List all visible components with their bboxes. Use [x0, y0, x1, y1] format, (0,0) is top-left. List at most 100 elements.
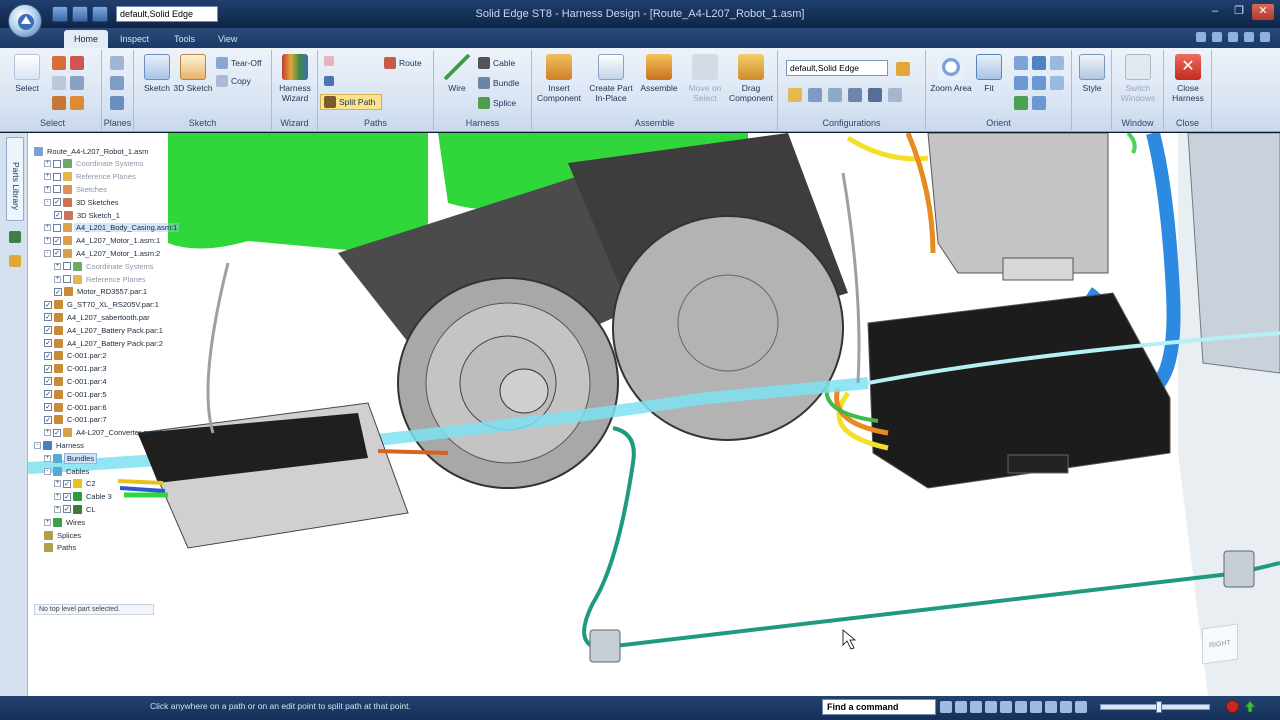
sketch-view-icon[interactable] [1032, 76, 1046, 90]
open-configuration-icon[interactable] [788, 88, 802, 102]
configuration-lock-icon[interactable] [896, 62, 910, 76]
tree-node[interactable]: ✓ C-001.par:3 [44, 363, 109, 375]
3d-sketch-button[interactable]: 3D Sketch [170, 54, 216, 93]
graphics-viewport[interactable] [28, 133, 1280, 696]
tree-node[interactable]: Splices [44, 529, 83, 541]
record-icon[interactable] [1226, 700, 1239, 713]
fit-button[interactable]: Fit [966, 54, 1012, 93]
tree-node[interactable]: ✓ G_ST70_XL_RS205V.par:1 [44, 299, 161, 311]
expand-toggle-icon[interactable]: - [44, 198, 51, 206]
visibility-checkbox[interactable] [53, 159, 61, 168]
tree-node[interactable]: + ✓ Cable 3 [54, 491, 114, 503]
visibility-checkbox[interactable]: ✓ [44, 364, 52, 373]
tree-node[interactable]: + Sketches [44, 183, 109, 195]
visibility-checkbox[interactable] [63, 262, 71, 271]
filter-icon[interactable] [52, 76, 66, 90]
tree-node[interactable]: ✓ 3D Sketch_1 [54, 209, 122, 221]
tree-node[interactable]: ✓ C-001.par:4 [44, 375, 109, 387]
close-window-button[interactable]: ✕ [1252, 4, 1274, 20]
visibility-checkbox[interactable]: ✓ [54, 211, 62, 219]
path-point-icon[interactable] [324, 56, 334, 66]
splice-button[interactable]: Splice [478, 96, 516, 110]
ribbon-minimize-icon[interactable] [1228, 32, 1238, 42]
route-button[interactable]: Route [384, 56, 422, 70]
copy-button[interactable]: Copy [216, 74, 251, 88]
tree-node[interactable]: - ✓ 3D Sketches [44, 196, 121, 208]
tree-node[interactable]: + Wires [44, 516, 87, 528]
expand-toggle-icon[interactable]: + [44, 224, 51, 232]
visibility-checkbox[interactable]: ✓ [44, 415, 52, 424]
visibility-checkbox[interactable]: ✓ [44, 351, 52, 360]
expand-toggle-icon[interactable]: + [54, 275, 61, 283]
tree-node[interactable]: - Cables [44, 465, 91, 477]
visibility-checkbox[interactable]: ✓ [53, 249, 61, 258]
tab-home[interactable]: Home [64, 30, 109, 48]
expand-toggle-icon[interactable]: + [44, 185, 51, 193]
tree-node[interactable]: ✓ A4_L207_Battery Pack.par:2 [44, 337, 165, 349]
split-path-button[interactable]: Split Path [320, 94, 382, 110]
options-icon[interactable] [1212, 32, 1222, 42]
rotate-icon[interactable] [1050, 56, 1064, 70]
visibility-checkbox[interactable] [53, 185, 61, 194]
move-on-select-button[interactable]: Move on Select [682, 54, 728, 103]
switch-windows-button[interactable]: Switch Windows [1115, 54, 1161, 103]
tree-node[interactable]: Route_A4-L207_Robot_1.asm [34, 145, 150, 157]
view-style-status-icon[interactable] [1060, 701, 1072, 713]
minimize-button[interactable]: – [1204, 4, 1226, 20]
visibility-checkbox[interactable]: ✓ [44, 403, 52, 411]
find-command-input[interactable]: Find a command [822, 699, 936, 715]
ribbon-restore-icon[interactable] [1244, 32, 1254, 42]
tree-node[interactable]: + ✓ C2 [54, 478, 98, 490]
parallel-plane-icon[interactable] [110, 76, 124, 90]
shaded-status-icon[interactable] [1045, 701, 1057, 713]
save-configuration-icon[interactable] [808, 88, 822, 102]
upload-arrow-icon[interactable] [1244, 700, 1256, 713]
pan-status-icon[interactable] [1000, 701, 1012, 713]
tree-node[interactable]: + ✓ A4-L207_Converter.asm:1 [44, 427, 166, 439]
edit-path-icon[interactable] [324, 76, 334, 86]
iso-view-icon[interactable] [1050, 76, 1064, 90]
cable-button[interactable]: Cable [478, 56, 515, 70]
select-button[interactable]: Select [4, 54, 50, 93]
tree-node[interactable]: ✓ C-001.par:2 [44, 350, 109, 362]
tree-node[interactable]: ✓ A4_L207_sabertooth.par [44, 311, 152, 323]
zoom-slider-knob[interactable] [1156, 701, 1163, 713]
visibility-checkbox[interactable]: ✓ [54, 287, 62, 296]
restore-button[interactable]: ❐ [1228, 4, 1250, 20]
hide-icon[interactable] [52, 96, 66, 110]
tree-node[interactable]: + Bundles [44, 452, 98, 464]
pan-view-icon[interactable] [1032, 56, 1046, 70]
visibility-checkbox[interactable] [53, 172, 61, 181]
expand-toggle-icon[interactable]: + [44, 160, 51, 168]
visibility-checkbox[interactable]: ✓ [53, 236, 61, 245]
wire-button[interactable]: Wire [434, 54, 480, 93]
show-icon[interactable] [70, 96, 84, 110]
drag-component-button[interactable]: Drag Component [728, 54, 774, 103]
visibility-checkbox[interactable]: ✓ [44, 300, 52, 309]
expand-toggle-icon[interactable]: + [54, 262, 61, 270]
harness-wizard-button[interactable]: Harness Wizard [272, 54, 318, 103]
tree-node[interactable]: - Harness [34, 439, 86, 451]
tree-node[interactable]: ✓ C-001.par:5 [44, 388, 109, 400]
tree-node[interactable]: + Reference Planes [54, 273, 148, 285]
named-views-icon[interactable] [1014, 96, 1028, 110]
tree-node[interactable]: + ✓ A4_L207_Motor_1.asm:1 [44, 235, 162, 247]
expand-toggle-icon[interactable]: + [44, 454, 51, 462]
select-tool-icon[interactable] [52, 56, 66, 70]
expand-toggle-icon[interactable]: + [44, 429, 51, 437]
plane-icon[interactable] [110, 56, 124, 70]
visibility-checkbox[interactable]: ✓ [44, 326, 52, 335]
expand-toggle-icon[interactable]: + [54, 480, 61, 488]
zoom-slider[interactable] [1100, 701, 1210, 713]
tree-node[interactable]: + Reference Planes [44, 171, 138, 183]
tree-node[interactable]: + A4_L201_Body_Casing.asm:1 [44, 222, 180, 234]
visibility-checkbox[interactable]: ✓ [63, 479, 71, 488]
camera-icon[interactable] [868, 88, 882, 102]
parts-library-tab[interactable]: Parts Library [6, 137, 24, 221]
pan-icon[interactable] [888, 88, 902, 102]
visibility-checkbox[interactable]: ✓ [44, 390, 52, 399]
visibility-checkbox[interactable]: ✓ [63, 505, 71, 514]
zoom-area-status-icon[interactable] [955, 701, 967, 713]
path-finder-icon[interactable] [9, 231, 21, 243]
sketch-view-status-icon[interactable] [940, 701, 952, 713]
